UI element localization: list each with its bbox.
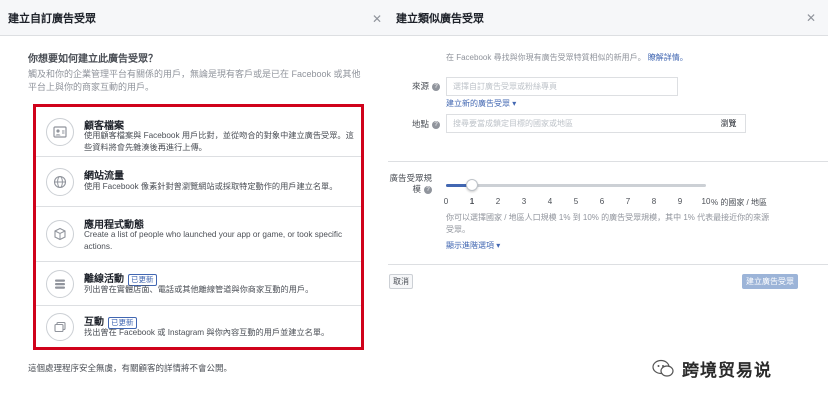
option-title: 網站流量 [84,171,124,182]
divider [388,161,828,162]
source-label-row: 來源? [396,80,440,92]
left-panel-header: 建立自訂廣告受眾 [0,0,388,36]
slider-tick-label: 8 [651,197,657,206]
slider-tick-label: 7 [625,197,631,206]
create-lookalike-audience-panel: 建立類似廣告受眾 ✕ 在 Facebook 尋找與你現有廣告受眾特質相似的新用戶… [388,0,828,408]
right-panel-title: 建立類似廣告受眾 [396,12,484,25]
help-icon[interactable]: ? [432,82,440,91]
size-hint: 你可以選擇國家 / 地區人口規模 1% 到 10% 的廣告受眾規模，其中 1% … [446,213,770,234]
size-slider-track[interactable] [446,179,706,191]
left-panel-title: 建立自訂廣告受眾 [8,12,96,25]
browse-button[interactable]: 瀏覽 [712,115,745,132]
divider [388,264,828,265]
help-icon[interactable]: ? [424,185,432,194]
wechat-logo-icon [652,359,674,377]
option-offline-activity[interactable]: 離線活動 已更新 列出曾在實體店面、電話或其他離線管道與你商家互動的用戶。 [36,262,361,306]
question-heading: 你想要如何建立此廣告受眾？ [28,54,158,65]
create-audience-button[interactable]: 建立廣告受眾 [742,274,798,289]
slider-tick-label: 2 [495,197,501,206]
slider-tick-label: 9 [677,197,683,206]
slider-tick-label: 5 [573,197,579,206]
slider-tick-label: 4 [547,197,553,206]
option-app-activity[interactable]: 應用程式動態 Create a list of people who launc… [36,207,361,262]
option-subtitle: 使用顧客檔案與 Facebook 用戶比對，並從吻合的對象中建立廣告受眾。這些資… [84,131,354,152]
lookalike-info: 在 Facebook 尋找與你現有廣告受眾特質相似的新用戶。 瞭解詳情。 [446,52,688,63]
watermark: 跨境贸易说 [652,356,772,381]
globe-icon [46,168,74,196]
create-new-audience-link[interactable]: 建立新的廣告受眾 ▾ [446,98,516,109]
option-subtitle: 使用 Facebook 像素針對曾瀏覽網站或採取特定動作的用戶建立名單。 [84,182,338,191]
option-engagement[interactable]: 互動 已更新 找出曾在 Facebook 或 Instagram 與你內容互動的用… [36,306,361,347]
tick-suffix: % 的國家 / 地區 [711,198,768,207]
option-subtitle: 找出曾在 Facebook 或 Instagram 與你內容互動的用戶並建立名單… [84,328,330,337]
location-label-row: 地點? [396,118,440,130]
size-label-row: 廣告受眾規模? [388,173,432,195]
privacy-footnote: 這個處理程序安全無虞，有關顧客的詳情將不會公開。 [28,363,233,373]
advanced-options-link[interactable]: 顯示進階選項 ▾ [446,240,500,251]
location-label: 地點 [411,119,429,129]
watermark-text: 跨境贸易说 [682,361,772,380]
close-left-icon[interactable]: ✕ [372,12,382,26]
customer-file-icon [46,118,74,146]
help-icon[interactable]: ? [432,120,440,129]
close-right-icon[interactable]: ✕ [806,11,816,25]
slider-tick-label: 0 [443,197,449,206]
option-website-traffic[interactable]: 網站流量 使用 Facebook 像素針對曾瀏覽網站或採取特定動作的用戶建立名單… [36,157,361,207]
question-description: 觸及和你的企業管理平台有關係的用戶，無論是現有客戶或是已在 Facebook 或… [28,69,361,92]
option-subtitle: 列出曾在實體店面、電話或其他離線管道與你商家互動的用戶。 [84,285,314,294]
right-panel-header: 建立類似廣告受眾 ✕ [388,0,828,36]
slider-tick-label: 3 [521,197,527,206]
learn-more-link[interactable]: 瞭解詳情。 [648,53,688,62]
app-cube-icon [46,220,74,248]
engagement-icon [46,313,74,341]
audience-options-box: 顧客檔案 使用顧客檔案與 Facebook 用戶比對，並從吻合的對象中建立廣告受… [33,104,364,350]
cancel-button[interactable]: 取消 [389,274,413,289]
source-label: 來源 [411,81,429,91]
source-input[interactable]: 選擇自訂廣告受眾或粉絲專頁 [446,77,678,96]
info-text: 在 Facebook 尋找與你現有廣告受眾特質相似的新用戶。 [446,53,646,62]
slider-tick-label: 6 [599,197,605,206]
option-customer-file[interactable]: 顧客檔案 使用顧客檔案與 Facebook 用戶比對，並從吻合的對象中建立廣告受… [36,107,361,157]
size-slider-handle[interactable] [466,179,478,191]
offline-store-icon [46,270,74,298]
create-custom-audience-panel: 建立自訂廣告受眾 你想要如何建立此廣告受眾？ 觸及和你的企業管理平台有關係的用戶… [0,0,388,408]
option-subtitle: Create a list of people who launched you… [84,230,343,251]
slider-tick-label: 1 [469,197,475,206]
location-input[interactable]: 搜尋要當成鎖定目標的國家或地區 [446,114,746,133]
